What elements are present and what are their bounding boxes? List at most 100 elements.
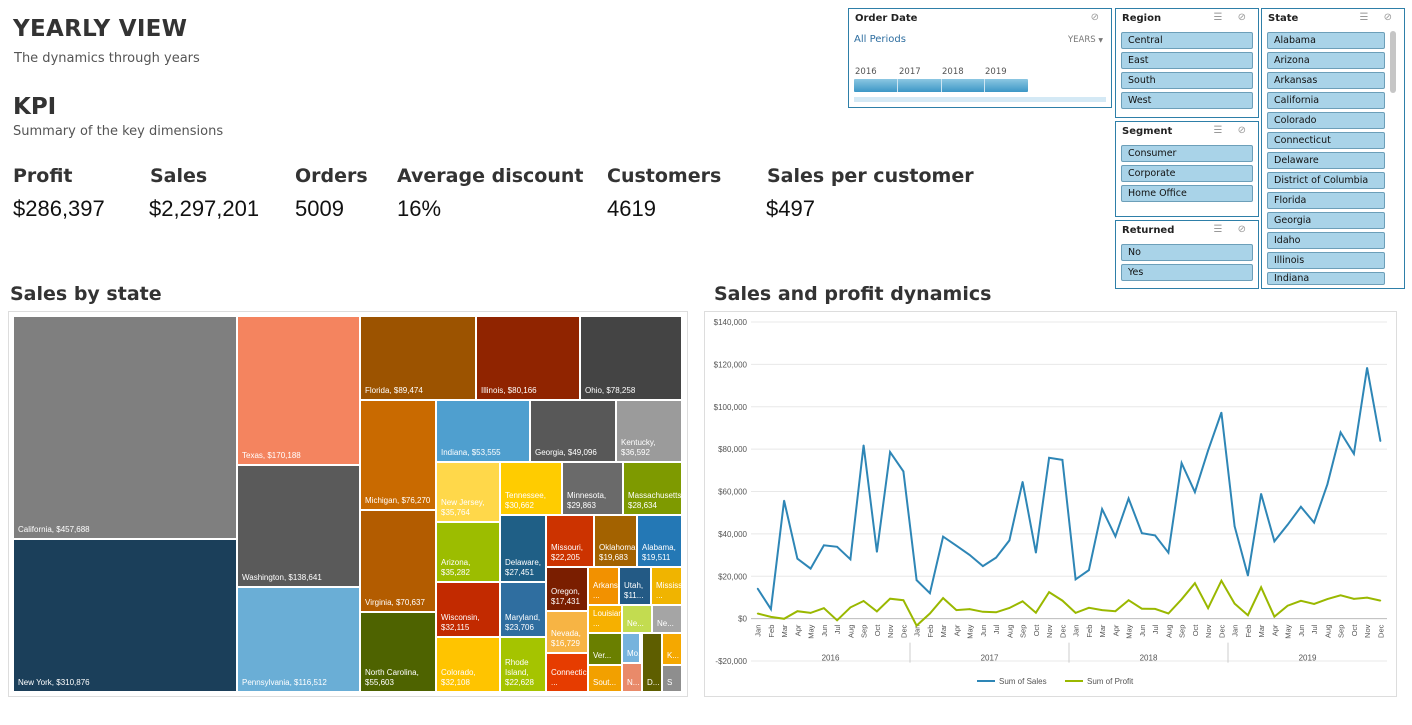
x-tick-label: May bbox=[1284, 624, 1293, 638]
kpi-profit-value: $286,397 bbox=[13, 196, 105, 221]
treemap-tile[interactable]: Washington, $138,641 bbox=[238, 466, 361, 588]
treemap-tile[interactable]: Missouri, $22,205 bbox=[547, 516, 595, 568]
state-item[interactable]: Florida bbox=[1267, 192, 1385, 209]
state-item[interactable]: District of Columbia bbox=[1267, 172, 1385, 189]
period-unit-label: YEARS bbox=[1067, 35, 1096, 45]
state-item[interactable]: Connecticut bbox=[1267, 132, 1385, 149]
region-item-central[interactable]: Central bbox=[1121, 32, 1253, 49]
year-label: 2016 bbox=[822, 654, 840, 663]
tile-label: New York, $310,876 bbox=[18, 678, 90, 687]
treemap-tile[interactable]: Louisiana, ... bbox=[589, 606, 623, 634]
treemap-tile[interactable]: S bbox=[663, 666, 683, 693]
treemap-tile[interactable]: Rhode Island, $22,628 bbox=[501, 638, 547, 693]
treemap-tile[interactable]: Massachusetts, $28,634 bbox=[624, 463, 683, 516]
treemap-tile[interactable]: Connecticut, ... bbox=[547, 654, 589, 693]
segment-item-home-office[interactable]: Home Office bbox=[1121, 185, 1253, 202]
treemap-tile[interactable]: Minnesota, $29,863 bbox=[563, 463, 624, 516]
treemap-tile[interactable]: Oregon, $17,431 bbox=[547, 568, 589, 612]
multi-select-icon[interactable]: ☰ ⊘ bbox=[1213, 224, 1252, 235]
treemap-tile[interactable]: New York, $310,876 bbox=[14, 540, 238, 693]
state-item[interactable]: Indiana bbox=[1267, 272, 1385, 285]
multi-select-icon[interactable]: ☰ ⊘ bbox=[1213, 125, 1252, 136]
data-point bbox=[1300, 506, 1302, 508]
x-tick-label: Mar bbox=[1257, 624, 1266, 637]
treemap-tile[interactable]: Wisconsin, $32,115 bbox=[437, 583, 501, 638]
returned-item-yes[interactable]: Yes bbox=[1121, 264, 1253, 281]
segment-item-consumer[interactable]: Consumer bbox=[1121, 145, 1253, 162]
timeline-scrollbar[interactable] bbox=[854, 97, 1106, 102]
state-item[interactable]: Alabama bbox=[1267, 32, 1385, 49]
state-item[interactable]: Georgia bbox=[1267, 212, 1385, 229]
state-item[interactable]: Colorado bbox=[1267, 112, 1385, 129]
sales-by-state-treemap: California, $457,688 New York, $310,876 … bbox=[8, 311, 688, 697]
treemap-tile[interactable]: Indiana, $53,555 bbox=[437, 401, 531, 463]
treemap-tile[interactable]: Nevada, $16,729 bbox=[547, 612, 589, 654]
treemap-tile[interactable]: N... bbox=[623, 664, 643, 693]
sales-profit-chart: $140,000 $120,000 $100,000 $80,000 $60,000 $4… bbox=[704, 311, 1397, 697]
treemap-tile[interactable]: K... bbox=[663, 634, 683, 666]
treemap-tile[interactable]: Arkansas, ... bbox=[589, 568, 620, 606]
treemap-tile[interactable]: Mississippi, ... bbox=[652, 568, 683, 606]
multi-select-icon[interactable]: ☰ ⊘ bbox=[1359, 12, 1398, 23]
data-point bbox=[770, 616, 772, 618]
treemap-tile[interactable]: Kentucky, $36,592 bbox=[617, 401, 683, 463]
x-tick-label: May bbox=[1125, 624, 1134, 638]
timeline-bar[interactable] bbox=[854, 79, 1028, 92]
multi-select-icon[interactable]: ☰ ⊘ bbox=[1213, 12, 1252, 23]
state-item[interactable]: California bbox=[1267, 92, 1385, 109]
treemap-tile[interactable]: Alabama, $19,511 bbox=[638, 516, 683, 568]
treemap-tile[interactable]: Tennessee, $30,662 bbox=[501, 463, 563, 516]
tile-label: Pennsylvania, $116,512 bbox=[242, 678, 327, 687]
treemap-tile[interactable]: Pennsylvania, $116,512 bbox=[238, 588, 361, 693]
segment-item-corporate[interactable]: Corporate bbox=[1121, 165, 1253, 182]
region-item-west[interactable]: West bbox=[1121, 92, 1253, 109]
year-label: 2017 bbox=[981, 654, 999, 663]
treemap-tile[interactable]: North Carolina, $55,603 bbox=[361, 613, 437, 693]
region-item-east[interactable]: East bbox=[1121, 52, 1253, 69]
treemap-tile[interactable]: Delaware, $27,451 bbox=[501, 516, 547, 583]
y-tick-label: $40,000 bbox=[718, 530, 747, 539]
treemap-tile[interactable]: Florida, $89,474 bbox=[361, 317, 477, 401]
treemap-tile[interactable]: Colorado, $32,108 bbox=[437, 638, 501, 693]
clear-filter-icon[interactable]: ⊘ bbox=[1091, 12, 1105, 23]
treemap-tile[interactable]: D... bbox=[643, 634, 663, 693]
treemap-tile[interactable]: Utah, $11... bbox=[620, 568, 652, 606]
state-item[interactable]: Arizona bbox=[1267, 52, 1385, 69]
treemap-tile[interactable]: Georgia, $49,096 bbox=[531, 401, 617, 463]
returned-item-no[interactable]: No bbox=[1121, 244, 1253, 261]
treemap-tile[interactable]: Illinois, $80,166 bbox=[477, 317, 581, 401]
tile-label: K... bbox=[667, 651, 680, 660]
period-unit-dropdown[interactable]: YEARS ▼ bbox=[1068, 35, 1103, 45]
state-item[interactable]: Arkansas bbox=[1267, 72, 1385, 89]
region-item-south[interactable]: South bbox=[1121, 72, 1253, 89]
treemap-tile[interactable]: Ver... bbox=[589, 634, 623, 666]
tile-label: Oklahoma, $19,683 bbox=[599, 543, 638, 562]
data-point bbox=[862, 444, 865, 447]
scrollbar-thumb[interactable] bbox=[1390, 31, 1396, 93]
treemap-tile[interactable]: New Jersey, $35,764 bbox=[437, 463, 501, 523]
order-date-slicer[interactable]: Order Date ⊘ All Periods YEARS ▼ 2016 20… bbox=[848, 8, 1112, 108]
data-point bbox=[1008, 607, 1011, 609]
data-point bbox=[929, 592, 931, 594]
state-item[interactable]: Illinois bbox=[1267, 252, 1385, 269]
treemap-tile[interactable]: Maryland, $23,706 bbox=[501, 583, 547, 638]
data-point bbox=[1127, 497, 1130, 500]
treemap-tile[interactable]: Texas, $170,188 bbox=[238, 317, 361, 466]
data-point bbox=[1353, 453, 1355, 455]
tile-label: Ne... bbox=[657, 619, 674, 628]
treemap-tile[interactable]: Virginia, $70,637 bbox=[361, 511, 437, 613]
treemap-tile[interactable]: Sout... bbox=[589, 666, 623, 693]
treemap-tile[interactable]: Mo... bbox=[623, 634, 641, 664]
state-item[interactable]: Idaho bbox=[1267, 232, 1385, 249]
data-point bbox=[876, 551, 878, 553]
treemap-tile[interactable]: Ne... bbox=[653, 606, 683, 634]
treemap-tile[interactable]: Michigan, $76,270 bbox=[361, 401, 437, 511]
treemap-tile[interactable]: Ne... bbox=[623, 606, 653, 634]
data-point bbox=[756, 612, 759, 615]
treemap-tile[interactable]: Ohio, $78,258 bbox=[581, 317, 683, 401]
treemap-tile[interactable]: California, $457,688 bbox=[14, 317, 238, 540]
treemap-tile[interactable]: Arizona, $35,282 bbox=[437, 523, 501, 583]
x-tick-label: Aug bbox=[846, 625, 855, 638]
treemap-tile[interactable]: Oklahoma, $19,683 bbox=[595, 516, 638, 568]
state-item[interactable]: Delaware bbox=[1267, 152, 1385, 169]
